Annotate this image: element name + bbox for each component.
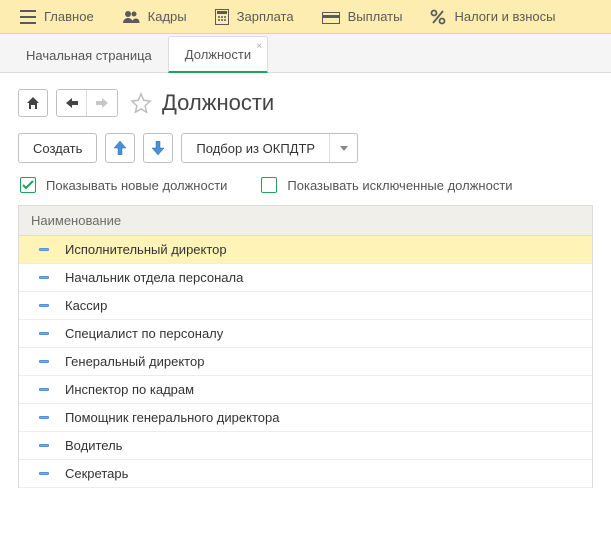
table-row[interactable]: Секретарь xyxy=(19,460,592,488)
wallet-icon xyxy=(322,10,340,24)
item-icon xyxy=(39,248,49,251)
star-icon xyxy=(130,92,152,114)
move-up-button[interactable] xyxy=(105,133,135,163)
nav-label: Зарплата xyxy=(237,9,294,24)
arrow-right-icon xyxy=(96,98,108,108)
table-row[interactable]: Водитель xyxy=(19,432,592,460)
move-down-button[interactable] xyxy=(143,133,173,163)
nav-personnel[interactable]: Кадры xyxy=(108,0,201,33)
favorite-button[interactable] xyxy=(130,92,152,114)
page-title: Должности xyxy=(162,90,274,116)
checkbox-show-new[interactable] xyxy=(20,177,36,193)
row-label: Исполнительный директор xyxy=(65,242,227,257)
forward-button[interactable] xyxy=(87,90,117,116)
filter-row: Показывать новые должности Показывать ис… xyxy=(18,177,593,193)
home-icon xyxy=(26,96,40,110)
item-icon xyxy=(39,332,49,335)
table-row[interactable]: Начальник отдела персонала xyxy=(19,264,592,292)
row-label: Секретарь xyxy=(65,466,128,481)
history-nav xyxy=(56,89,118,117)
item-icon xyxy=(39,304,49,307)
nav-main[interactable]: Главное xyxy=(6,0,108,33)
nav-label: Главное xyxy=(44,9,94,24)
people-icon xyxy=(122,10,140,24)
nav-salary[interactable]: Зарплата xyxy=(201,0,308,33)
chevron-down-icon xyxy=(329,134,357,162)
row-label: Помощник генерального директора xyxy=(65,410,279,425)
toolbar: Создать Подбор из ОКПДТР xyxy=(18,133,593,163)
nav-label: Налоги и взносы xyxy=(454,9,555,24)
tab-label: Должности xyxy=(185,47,251,62)
checkbox-show-excluded[interactable] xyxy=(261,177,277,193)
table-row[interactable]: Специалист по персоналу xyxy=(19,320,592,348)
row-label: Специалист по персоналу xyxy=(65,326,223,341)
positions-grid: Наименование Исполнительный директор Нача… xyxy=(18,205,593,488)
page-content: Должности Создать Подбор из ОКПДТР Показ… xyxy=(0,73,611,504)
filter-show-new-label[interactable]: Показывать новые должности xyxy=(46,178,227,193)
back-button[interactable] xyxy=(57,90,87,116)
row-label: Инспектор по кадрам xyxy=(65,382,194,397)
hamburger-icon xyxy=(20,10,36,24)
top-navbar: Главное Кадры Зарплата Выплаты Налоги и … xyxy=(0,0,611,34)
close-icon[interactable]: × xyxy=(256,41,262,52)
nav-payments[interactable]: Выплаты xyxy=(308,0,417,33)
check-icon xyxy=(22,180,34,190)
table-row[interactable]: Кассир xyxy=(19,292,592,320)
item-icon xyxy=(39,276,49,279)
item-icon xyxy=(39,444,49,447)
arrow-up-icon xyxy=(114,141,126,155)
nav-label: Выплаты xyxy=(348,9,403,24)
okpdtr-picker[interactable]: Подбор из ОКПДТР xyxy=(181,133,358,163)
table-row[interactable]: Генеральный директор xyxy=(19,348,592,376)
row-label: Начальник отдела персонала xyxy=(65,270,243,285)
item-icon xyxy=(39,360,49,363)
item-icon xyxy=(39,388,49,391)
create-button[interactable]: Создать xyxy=(18,133,97,163)
percent-icon xyxy=(430,9,446,25)
item-icon xyxy=(39,416,49,419)
row-label: Водитель xyxy=(65,438,122,453)
dropdown-label: Подбор из ОКПДТР xyxy=(182,141,329,156)
grid-body: Исполнительный директор Начальник отдела … xyxy=(19,236,592,488)
tab-bar: Начальная страница Должности × xyxy=(0,34,611,73)
tab-start-page[interactable]: Начальная страница xyxy=(10,38,168,72)
nav-label: Кадры xyxy=(148,9,187,24)
calculator-icon xyxy=(215,9,229,25)
table-row[interactable]: Исполнительный директор xyxy=(19,236,592,264)
home-button[interactable] xyxy=(18,89,48,117)
row-label: Кассир xyxy=(65,298,107,313)
table-row[interactable]: Инспектор по кадрам xyxy=(19,376,592,404)
row-label: Генеральный директор xyxy=(65,354,204,369)
grid-column-header[interactable]: Наименование xyxy=(19,206,592,236)
table-row[interactable]: Помощник генерального директора xyxy=(19,404,592,432)
arrow-left-icon xyxy=(66,98,78,108)
item-icon xyxy=(39,472,49,475)
tab-label: Начальная страница xyxy=(26,48,152,63)
nav-taxes[interactable]: Налоги и взносы xyxy=(416,0,569,33)
filter-show-excluded-label[interactable]: Показывать исключенные должности xyxy=(287,178,512,193)
tab-positions[interactable]: Должности × xyxy=(168,36,268,73)
arrow-down-icon xyxy=(152,141,164,155)
title-bar: Должности xyxy=(18,89,593,117)
